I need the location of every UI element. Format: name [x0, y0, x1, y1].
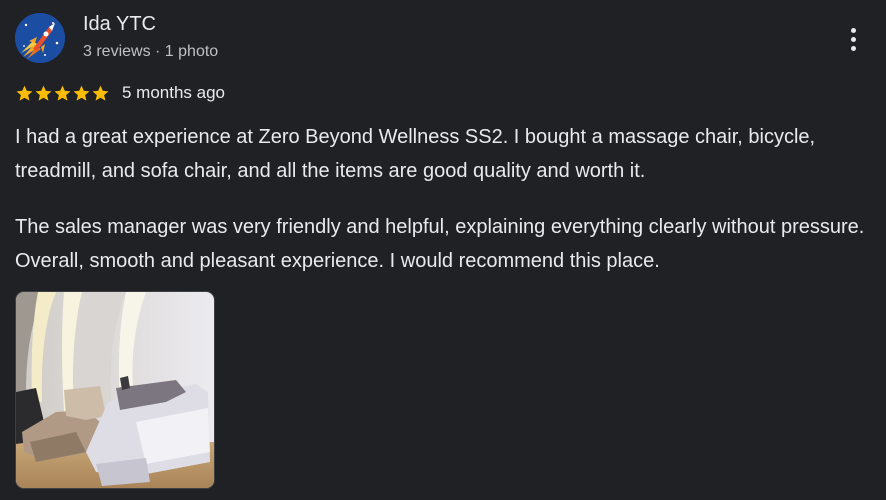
rating-row: 5 months ago	[15, 81, 225, 105]
more-vert-icon[interactable]	[838, 22, 868, 56]
review-card: Ida YTC 3 reviews · 1 photo 5 months ago…	[0, 0, 886, 500]
rocket-avatar-icon[interactable]	[15, 13, 65, 63]
review-paragraph: The sales manager was very friendly and …	[15, 216, 865, 272]
menu-dot	[850, 45, 856, 51]
star-icon	[35, 85, 52, 101]
star-icon	[16, 85, 33, 101]
review-text: I had a great experience at Zero Beyond …	[15, 120, 875, 278]
star-icon	[92, 85, 109, 101]
author-name[interactable]: Ida YTC	[83, 13, 156, 36]
menu-dot	[850, 36, 856, 42]
review-paragraph: I had a great experience at Zero Beyond …	[15, 126, 816, 182]
star-icon	[54, 85, 71, 101]
showroom-massage-chairs-photo[interactable]	[15, 291, 215, 489]
star-icon	[73, 85, 90, 101]
author-meta[interactable]: 3 reviews · 1 photo	[83, 43, 218, 61]
star-rating	[15, 84, 110, 103]
review-time: 5 months ago	[122, 83, 226, 102]
menu-dot	[850, 27, 856, 33]
